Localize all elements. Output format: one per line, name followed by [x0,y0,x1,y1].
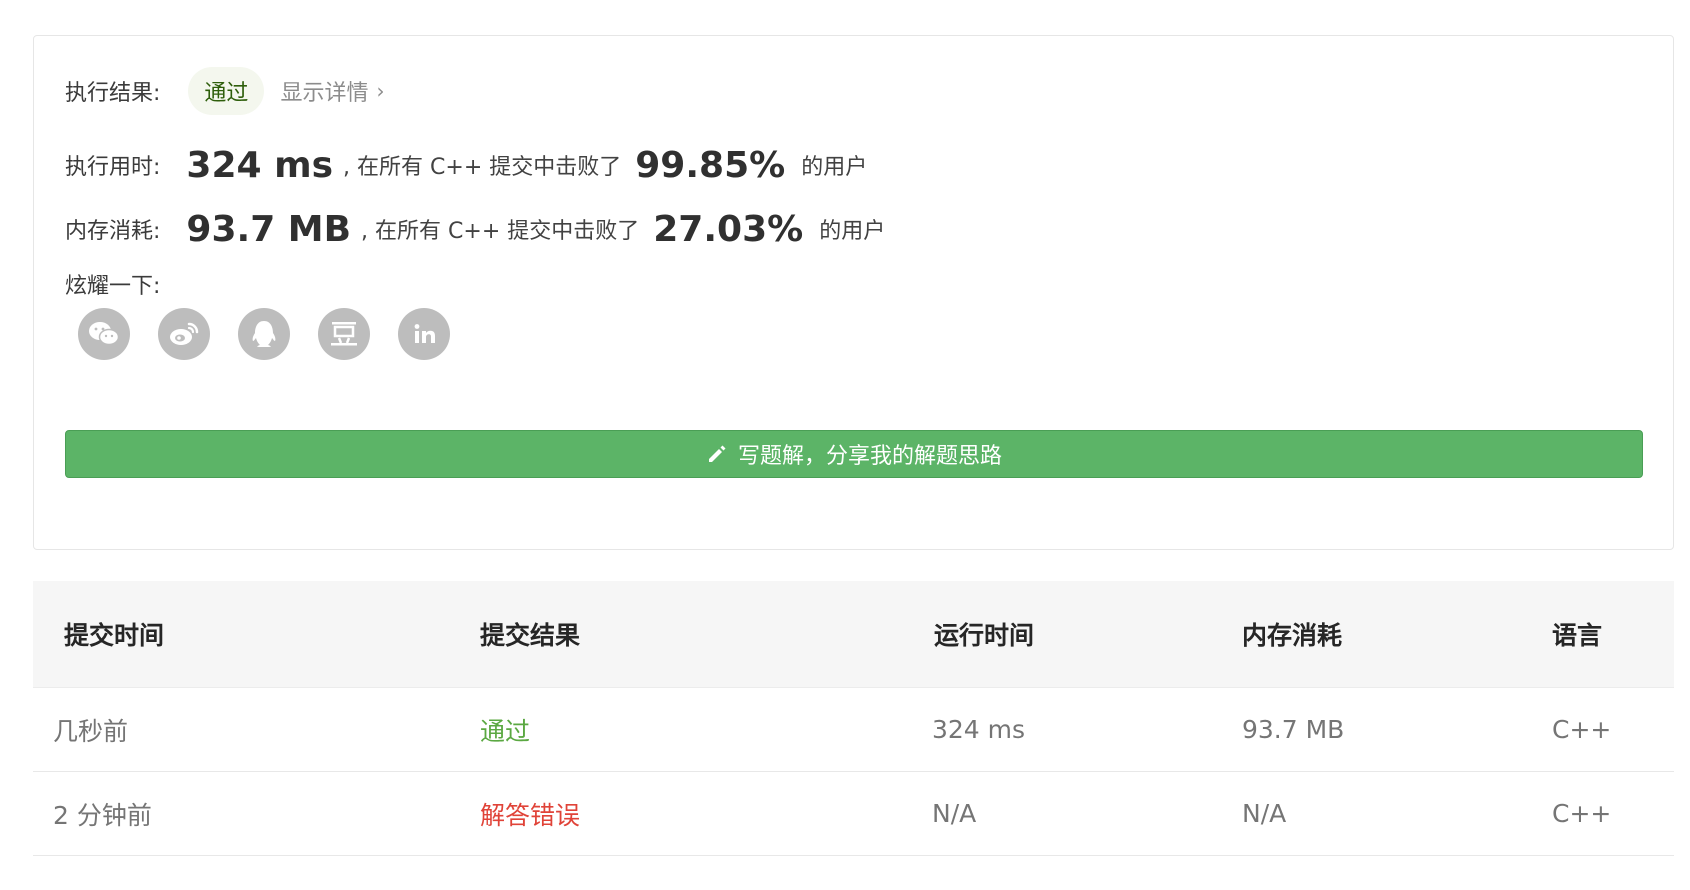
write-solution-label: 写题解，分享我的解题思路 [737,444,1002,469]
share-icons [78,308,450,360]
runtime-row: 执行用时: 324 ms , 在所有 C++ 提交中击败了 99.85% 的用户 [65,133,867,197]
header-submit-result: 提交结果 [480,621,581,650]
result-card: 执行结果: 通过 显示详情 › 执行用时: 324 ms , 在所有 C++ 提… [33,35,1674,550]
runtime-percent: 99.85% [635,144,786,186]
header-language: 语言 [1552,621,1603,650]
cell-result-link[interactable]: 通过 [480,712,932,748]
cell-runtime: N/A [932,799,977,828]
wechat-icon[interactable] [78,308,130,360]
table-row: 2 分钟前 解答错误 N/A N/A C++ [33,772,1674,856]
memory-label: 内存消耗: [65,219,161,244]
douban-icon[interactable] [318,308,370,360]
cell-result-link[interactable]: 解答错误 [480,796,932,832]
result-label: 执行结果: [65,81,161,106]
runtime-value: 324 ms [186,144,334,186]
table-header: 提交时间 提交结果 运行时间 内存消耗 语言 [33,581,1674,688]
cell-time: 几秒前 [53,716,129,746]
memory-compare-text: , 在所有 C++ 提交中击败了 [361,219,640,244]
show-details-link[interactable]: 显示详情 › [280,75,384,107]
header-runtime: 运行时间 [934,621,1035,650]
cell-runtime: 324 ms [932,715,1026,744]
pencil-icon [706,443,728,465]
cell-language: C++ [1552,799,1612,828]
result-row: 执行结果: 通过 显示详情 › [65,66,384,116]
table-row: 几秒前 通过 324 ms 93.7 MB C++ [33,688,1674,772]
share-label: 炫耀一下: [65,274,161,299]
header-memory: 内存消耗 [1242,621,1343,650]
weibo-icon[interactable] [158,308,210,360]
chevron-right-icon: › [376,79,385,103]
show-details-label: 显示详情 [280,81,369,106]
cell-time: 2 分钟前 [53,800,152,830]
cell-language: C++ [1552,715,1612,744]
runtime-tail-text: 的用户 [801,155,868,180]
memory-row: 内存消耗: 93.7 MB , 在所有 C++ 提交中击败了 27.03% 的用… [65,197,885,261]
runtime-compare-text: , 在所有 C++ 提交中击败了 [343,155,622,180]
memory-tail-text: 的用户 [819,219,886,244]
cell-memory: 93.7 MB [1242,715,1345,744]
linkedin-icon[interactable] [398,308,450,360]
runtime-label: 执行用时: [65,155,161,180]
submissions-table: 提交时间 提交结果 运行时间 内存消耗 语言 几秒前 通过 324 ms 93.… [33,581,1674,856]
memory-percent: 27.03% [653,208,804,250]
cell-memory: N/A [1242,799,1287,828]
memory-value: 93.7 MB [186,208,352,250]
share-label-row: 炫耀一下: [65,264,160,304]
header-submit-time: 提交时间 [64,621,165,650]
qq-icon[interactable] [238,308,290,360]
status-badge: 通过 [188,67,265,115]
write-solution-button[interactable]: 写题解，分享我的解题思路 [65,430,1643,478]
